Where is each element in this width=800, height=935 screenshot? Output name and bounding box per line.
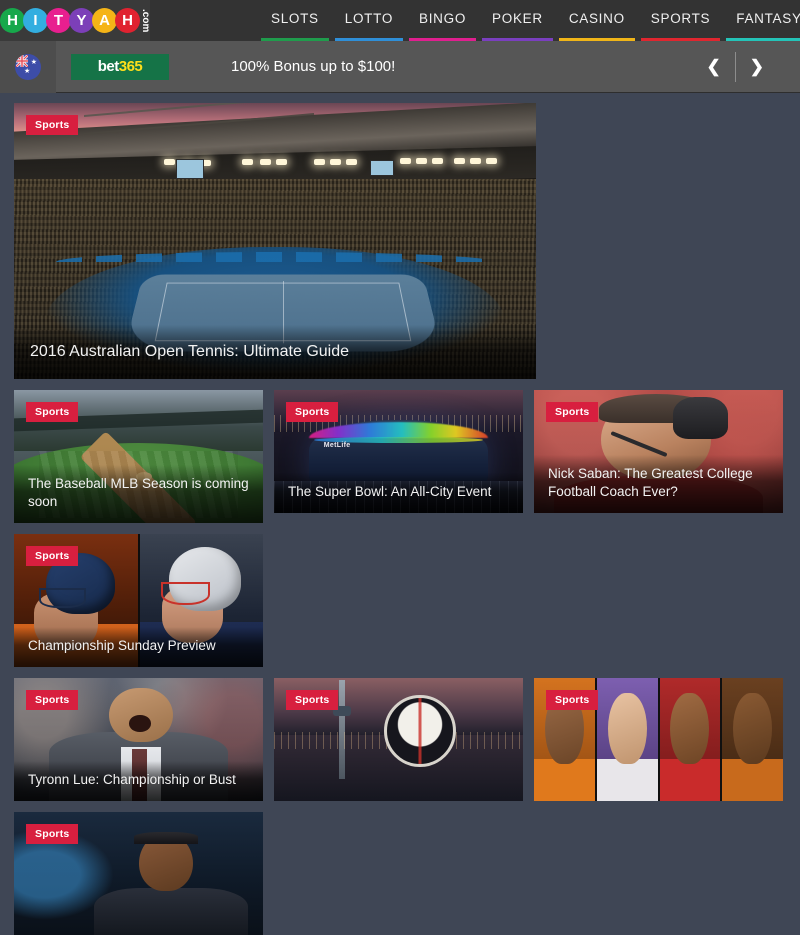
- nav-item-underline: [726, 38, 800, 41]
- logo-bead-i: I: [23, 8, 48, 33]
- nav-item-sports[interactable]: SPORTS: [638, 0, 723, 41]
- logo-bead-y: Y: [69, 8, 94, 33]
- star-icon: ★: [24, 67, 31, 75]
- nav-item-fantasy[interactable]: FANTASY: [723, 0, 800, 41]
- logo-dotcom: .com: [140, 8, 151, 33]
- article-title: Championship Sunday Preview: [14, 626, 263, 667]
- promo-bar: ★ ★ bet 365 100% Bonus up to $100! ❮ ❯: [0, 40, 800, 93]
- article-title: 2016 Australian Open Tennis: Ultimate Gu…: [14, 325, 536, 379]
- nav-item-label: SPORTS: [650, 11, 711, 26]
- australia-flag-icon: ★ ★: [15, 53, 41, 80]
- article-card-hero-tennis[interactable]: Sports 2016 Australian Open Tennis: Ulti…: [14, 103, 536, 379]
- nav-item-label: CASINO: [568, 11, 625, 26]
- logo-bead-h2: H: [115, 8, 140, 33]
- logo-bead-t: T: [46, 8, 71, 33]
- article-title: Tyronn Lue: Championship or Bust: [14, 760, 263, 801]
- nav-item-lotto[interactable]: LOTTO: [332, 0, 406, 41]
- article-grid: Sports 2016 Australian Open Tennis: Ulti…: [0, 93, 800, 935]
- article-title: Nick Saban: The Greatest College Footbal…: [534, 454, 783, 513]
- article-card-nick-saban[interactable]: Sports Nick Saban: The Greatest College …: [534, 390, 783, 513]
- category-badge[interactable]: Sports: [546, 402, 599, 422]
- nav-item-underline: [482, 38, 553, 41]
- bet365-logo[interactable]: bet 365: [71, 53, 169, 80]
- nav-item-label: SLOTS: [271, 11, 319, 26]
- nav-item-label: LOTTO: [344, 11, 394, 26]
- promo-carousel-controls: ❮ ❯: [693, 51, 779, 82]
- article-card-nba-players[interactable]: Sports: [534, 678, 783, 801]
- nav-item-underline: [558, 38, 635, 41]
- chevron-left-icon[interactable]: ❮: [693, 57, 735, 77]
- chevron-right-icon[interactable]: ❯: [736, 57, 778, 77]
- nav-item-underline: [409, 38, 477, 41]
- nav-item-poker[interactable]: POKER: [479, 0, 556, 41]
- bet365-bet-text: bet: [97, 58, 120, 75]
- article-card-super-bowl[interactable]: MetLife Sports The Super Bowl: An All-Ci…: [274, 390, 523, 513]
- nav-item-underline: [640, 38, 721, 41]
- article-card-baseball-mlb[interactable]: Sports The Baseball MLB Season is coming…: [14, 390, 263, 523]
- promo-region-cell[interactable]: ★ ★: [0, 40, 56, 93]
- logo-bead-a: A: [92, 8, 117, 33]
- nav-item-underline: [334, 38, 404, 41]
- promo-offer-text: 100% Bonus up to $100!: [231, 58, 396, 75]
- category-badge[interactable]: Sports: [286, 402, 339, 422]
- nav-item-underline: [261, 38, 329, 41]
- right-column: Sports The Baseball MLB Season is coming…: [14, 390, 263, 667]
- site-logo[interactable]: H I T Y A H .com: [0, 0, 151, 41]
- category-badge[interactable]: Sports: [26, 115, 79, 135]
- category-badge[interactable]: Sports: [546, 690, 599, 710]
- article-title: The Super Bowl: An All-City Event: [274, 472, 523, 513]
- category-badge[interactable]: Sports: [26, 690, 79, 710]
- metlife-sign: MetLife: [323, 441, 351, 449]
- article-card-nba-all-star[interactable]: Sports: [274, 678, 523, 801]
- article-card-serena-tennis[interactable]: Sports: [14, 812, 263, 935]
- nav-item-label: POKER: [492, 11, 543, 26]
- category-badge[interactable]: Sports: [286, 690, 339, 710]
- bet365-365-text: 365: [118, 58, 143, 75]
- logo-bead-h1: H: [0, 8, 25, 33]
- union-jack-icon: [16, 54, 28, 67]
- article-card-tyronn-lue[interactable]: Sports Tyronn Lue: Championship or Bust: [14, 678, 263, 801]
- nav-item-bingo[interactable]: BINGO: [406, 0, 479, 41]
- nav-item-label: FANTASY: [736, 11, 800, 26]
- nav-item-slots[interactable]: SLOTS: [258, 0, 332, 41]
- category-badge[interactable]: Sports: [26, 546, 79, 566]
- category-badge[interactable]: Sports: [26, 824, 79, 844]
- article-title: The Baseball MLB Season is coming soon: [14, 464, 263, 523]
- site-header: H I T Y A H .com SLOTS LOTTO BINGO POKER CAS…: [0, 0, 800, 41]
- nav-item-casino[interactable]: CASINO: [556, 0, 638, 41]
- article-card-championship[interactable]: Sports Championship Sunday Preview: [14, 534, 263, 667]
- category-badge[interactable]: Sports: [26, 402, 79, 422]
- star-icon: ★: [30, 58, 37, 66]
- main-nav: SLOTS LOTTO BINGO POKER CASINO SPORTS FANTASY: [258, 0, 800, 41]
- nav-item-label: BINGO: [419, 11, 467, 26]
